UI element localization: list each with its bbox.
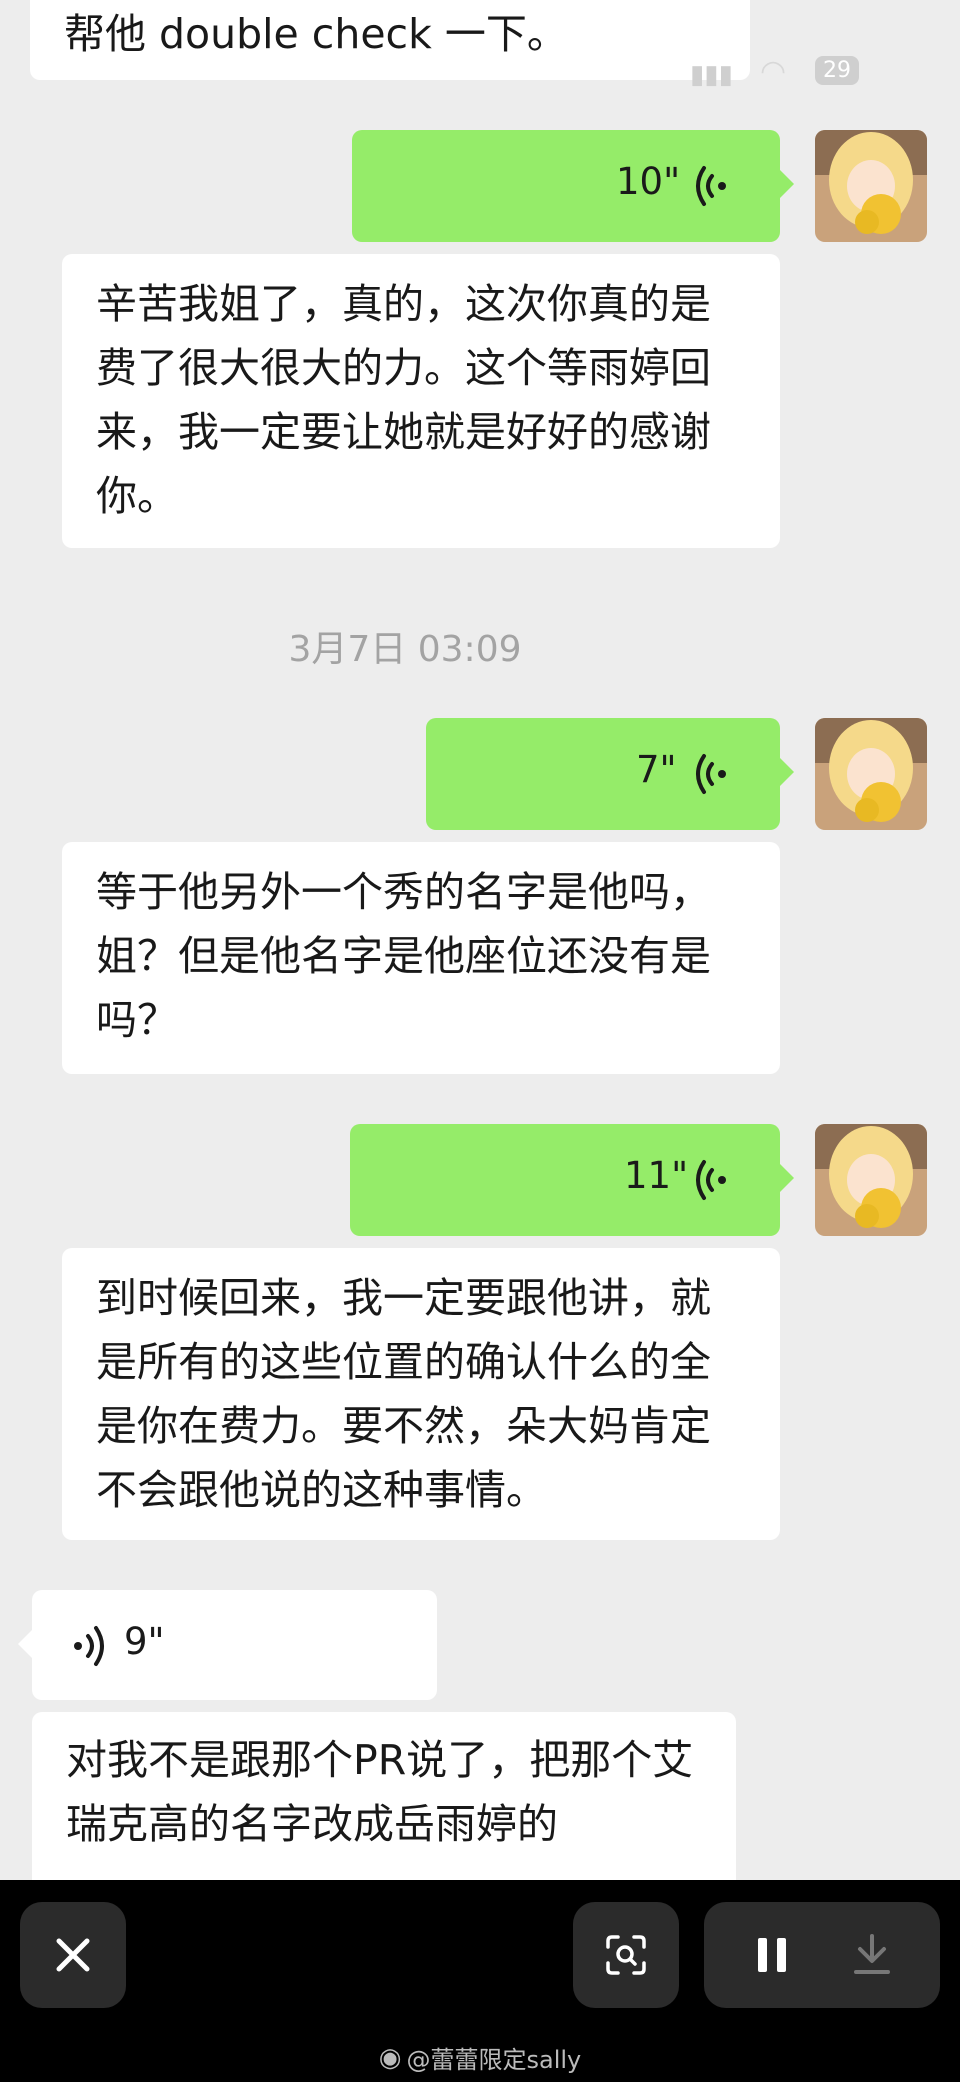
bubble-tail xyxy=(18,1630,32,1658)
scan-search-icon xyxy=(606,1935,646,1975)
voice-duration: 11" xyxy=(624,1154,689,1197)
message-bubble-received[interactable]: 辛苦我姐了，真的，这次你真的是费了很大很大的力。这个等雨婷回来，我一定要让她就是… xyxy=(62,254,780,548)
status-bar: ▮▮▮ ◠ 29 xyxy=(690,52,920,92)
download-icon[interactable] xyxy=(852,1934,892,1976)
message-bubble-partial-top[interactable]: 帮他 double check 一下。 xyxy=(30,0,750,80)
pause-icon[interactable] xyxy=(756,1936,788,1974)
message-text: 辛苦我姐了，真的，这次你真的是费了很大很大的力。这个等雨婷回来，我一定要让她就是… xyxy=(96,280,711,520)
message-text: 帮他 double check 一下。 xyxy=(64,10,568,58)
message-text: 到时候回来，我一定要跟他讲，就是所有的这些位置的确认什么的全是你在费力。要不然，… xyxy=(96,1274,711,1514)
avatar[interactable] xyxy=(815,130,927,242)
scan-button[interactable] xyxy=(573,1902,679,2008)
avatar[interactable] xyxy=(815,1124,927,1236)
voice-message-sent[interactable]: 11" xyxy=(350,1124,794,1236)
voice-wave-icon xyxy=(696,166,726,206)
close-button[interactable] xyxy=(20,1902,126,2008)
voice-message-sent[interactable]: 7" xyxy=(426,718,794,830)
playback-controls xyxy=(704,1902,940,2008)
message-text: 对我不是跟那个PR说了，把那个艾瑞克高的名字改成岳雨婷的 xyxy=(66,1736,694,1848)
voice-wave-icon xyxy=(74,1626,104,1666)
message-bubble-received[interactable]: 到时候回来，我一定要跟他讲，就是所有的这些位置的确认什么的全是你在费力。要不然，… xyxy=(62,1248,780,1540)
voice-wave-icon xyxy=(696,754,726,794)
watermark-text: @蕾蕾限定sally xyxy=(406,2046,582,2074)
signal-icon: ▮▮▮ xyxy=(690,60,733,90)
message-bubble-received[interactable]: 等于他另外一个秀的名字是他吗，姐？但是他名字是他座位还没有是吗？ xyxy=(62,842,780,1074)
voice-wave-icon xyxy=(696,1160,726,1200)
weibo-icon: ◉ xyxy=(378,2042,402,2073)
battery-indicator: 29 xyxy=(815,56,859,85)
voice-message-received[interactable]: 9" xyxy=(18,1590,437,1700)
voice-duration: 10" xyxy=(616,160,681,203)
wifi-icon: ◠ xyxy=(760,54,787,89)
voice-message-sent[interactable]: 10" xyxy=(352,130,794,242)
timestamp: 3月7日 03:09 xyxy=(288,629,522,670)
watermark: ◉ @蕾蕾限定sally xyxy=(0,2040,960,2075)
message-text: 等于他另外一个秀的名字是他吗，姐？但是他名字是他座位还没有是吗？ xyxy=(96,868,711,1044)
voice-duration: 7" xyxy=(636,748,677,791)
avatar[interactable] xyxy=(815,718,927,830)
media-control-bar: ◉ @蕾蕾限定sally xyxy=(0,1880,960,2082)
close-icon xyxy=(56,1938,90,1972)
voice-duration: 9" xyxy=(124,1620,165,1663)
